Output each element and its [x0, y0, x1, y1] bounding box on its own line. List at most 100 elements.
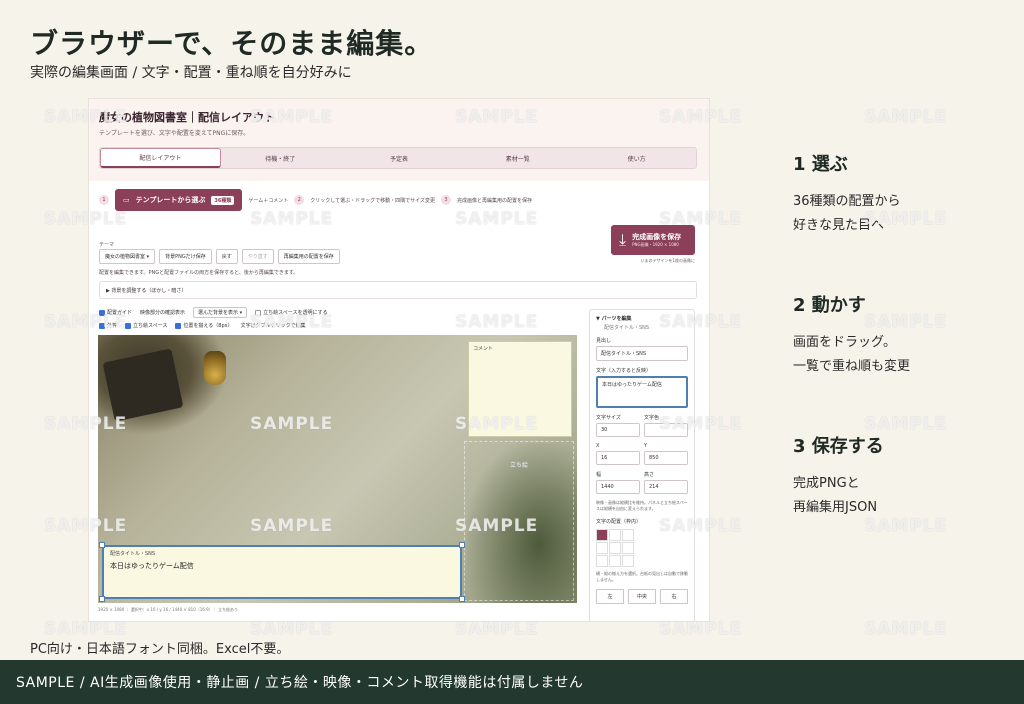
footnote: PC向け・日本語フォント同梱。Excel不要。 [30, 642, 290, 657]
watermark: SAMPLE [659, 107, 743, 127]
save-image-label: 完成画像を保存 [632, 233, 682, 241]
text-label: 文字（入力すると反映） [596, 368, 652, 374]
step-number-3: 3 [440, 195, 451, 205]
app-description: テンプレートを選び、文字や配置を変えてPNGに保存。 [99, 130, 250, 137]
resize-handle[interactable] [99, 542, 105, 548]
step-save-body-1: 完成PNGと [793, 476, 860, 491]
step-number-2: 2 [294, 195, 305, 205]
title-panel-text: 本日はゆったりゲーム配信 [110, 562, 194, 570]
y-label: Y [644, 443, 648, 449]
title-panel[interactable]: 配信タイトル・SNS 本日はゆったりゲーム配信 [102, 545, 462, 599]
watermark: SAMPLE [44, 414, 128, 434]
app-screenshot: 魔女の植物図書室｜配信レイアウト テンプレートを選び、文字や配置を変えてPNGに… [88, 98, 710, 622]
download-icon: ⤓ [619, 230, 627, 249]
video-select[interactable]: 選んだ背景を表示 ▾ [193, 307, 248, 318]
app-header: 魔女の植物図書室｜配信レイアウト テンプレートを選び、文字や配置を変えてPNGに… [89, 99, 709, 181]
watermark: SAMPLE [250, 209, 334, 229]
heading-field[interactable]: 配信タイトル・SNS [596, 346, 688, 361]
watermark: SAMPLE [250, 619, 334, 639]
watermark: SAMPLE [455, 516, 539, 536]
watermark: SAMPLE [659, 619, 743, 639]
template-button[interactable]: ▭ テンプレートから選ぶ 36種類 [115, 189, 243, 211]
save-note: いまのデザインを1枚の画像に [640, 258, 695, 263]
watermark: SAMPLE [864, 312, 948, 332]
step-save-heading: 3 保存する [793, 436, 884, 457]
bottle-decoration [204, 351, 226, 385]
resize-handle[interactable] [99, 596, 105, 602]
watermark: SAMPLE [455, 312, 539, 332]
watermark: SAMPLE [659, 209, 743, 229]
parts-editor-panel: ▼ パーツを編集 配信タイトル・SNS 見出し 配信タイトル・SNS 文字（入力… [589, 309, 695, 621]
watermark: SAMPLE [44, 619, 128, 639]
align-center-button[interactable]: 中央 [628, 589, 656, 604]
bg-adjust-toggle[interactable]: ▶ 背景を調整する（ぼかし・暗さ） [99, 281, 697, 299]
y-field[interactable]: 850 [644, 451, 688, 465]
headline: ブラウザーで、そのまま編集。 [30, 27, 434, 60]
watermark: SAMPLE [455, 107, 539, 127]
watermark: SAMPLE [44, 107, 128, 127]
step-move: 2 動かす 画面をドラッグ。 一覧で重ね順も変更 [793, 291, 910, 379]
app-tabs: 配信レイアウト 待機・終了 予定表 素材一覧 使い方 [99, 147, 697, 169]
watermark: SAMPLE [250, 312, 334, 332]
theme-select[interactable]: 魔女の植物図書室 ▾ [99, 249, 156, 264]
step-2-text: クリックして選ぶ・ドラッグで移動・四隅でサイズ変更 [310, 197, 435, 204]
save-bg-png-button[interactable]: 背景PNGだけ保存 [159, 249, 212, 264]
h-field[interactable]: 214 [644, 480, 688, 494]
w-field[interactable]: 1440 [596, 480, 640, 494]
template-count-badge: 36種類 [211, 195, 235, 205]
step-bar: 1 ▭ テンプレートから選ぶ 36種類 ゲーム＋コメント 2 クリックして選ぶ・… [99, 187, 699, 213]
save-layout-button[interactable]: 再編集用の配置を保存 [277, 249, 340, 264]
watermark: SAMPLE [44, 516, 128, 536]
stand-space-checkbox[interactable]: 立ち絵スペース [125, 322, 167, 329]
watermark: SAMPLE [44, 209, 128, 229]
layout-canvas[interactable]: コメント 立ち絵 配信タイトル・SNS 本日はゆったりゲーム配信 [98, 335, 577, 603]
watermark: SAMPLE [659, 312, 743, 332]
tab-schedule[interactable]: 予定表 [340, 148, 459, 168]
theme-label: テーマ [99, 242, 115, 248]
watermark: SAMPLE [864, 414, 948, 434]
undo-button[interactable]: 戻す [215, 249, 238, 264]
subhead: 実際の編集画面 / 文字・配置・重ね順を自分好みに [30, 65, 352, 81]
video-check-label: 映像部分の確認表示 [140, 310, 186, 316]
step-number-1: 1 [99, 195, 109, 205]
step-3-text: 完成画像と再編集用の配置を保存 [456, 197, 532, 204]
tab-layout[interactable]: 配信レイアウト [100, 148, 221, 168]
step-select-heading: 1 選ぶ [793, 154, 848, 175]
size-field[interactable]: 30 [596, 423, 640, 437]
watermark: SAMPLE [250, 414, 334, 434]
align-right-button[interactable]: 右 [660, 589, 688, 604]
watermark: SAMPLE [864, 209, 948, 229]
h-label: 高さ [644, 472, 655, 478]
align-left-button[interactable]: 左 [596, 589, 624, 604]
resize-handle[interactable] [459, 596, 465, 602]
watermark: SAMPLE [455, 209, 539, 229]
w-label: 幅 [596, 472, 602, 478]
bottom-bar: SAMPLE / AI生成画像使用・静止画 / 立ち絵・映像・コメント取得機能は… [0, 660, 1024, 704]
watermark: SAMPLE [659, 414, 743, 434]
watermark: SAMPLE [455, 619, 539, 639]
watermark: SAMPLE [250, 107, 334, 127]
watermark: SAMPLE [864, 516, 948, 536]
edit-note: 配置を編集できます。PNGと配置ファイルの両方を保存すると、後から再編集できます… [99, 270, 299, 276]
panel-note: 映像・画像は縦横比を維持。パネルと立ち絵スペースは縦横を自由に変えられます。 [596, 500, 688, 511]
text-field[interactable]: 本日はゆったりゲーム配信 [596, 376, 688, 408]
app-title: 魔女の植物図書室｜配信レイアウト [99, 111, 275, 124]
step-move-body-1: 画面をドラッグ。 [793, 335, 896, 350]
tab-materials[interactable]: 素材一覧 [458, 148, 577, 168]
watermark: SAMPLE [864, 107, 948, 127]
tab-howto[interactable]: 使い方 [577, 148, 696, 168]
resize-handle[interactable] [459, 542, 465, 548]
size-label: 文字サイズ [596, 415, 621, 421]
watermark: SAMPLE [455, 414, 539, 434]
template-icon: ▭ [123, 196, 130, 204]
step-save: 3 保存する 完成PNGと 再編集用JSON [793, 432, 884, 520]
placement-note: 横・縦の揃え方を選択。台紙の見出しは自動で移動しません。 [596, 571, 688, 582]
save-image-sub: PNG画像・1920 × 1080 [632, 242, 679, 247]
x-field[interactable]: 16 [596, 451, 640, 465]
save-image-button[interactable]: ⤓ 完成画像を保存 PNG画像・1920 × 1080 [611, 225, 695, 255]
redo-button[interactable]: やり直す [241, 249, 274, 264]
step-1-note: ゲーム＋コメント [248, 197, 289, 204]
snap-checkbox[interactable]: 位置を揃える（8px） [175, 322, 233, 329]
watermark: SAMPLE [864, 619, 948, 639]
tab-waiting[interactable]: 待機・終了 [221, 148, 340, 168]
